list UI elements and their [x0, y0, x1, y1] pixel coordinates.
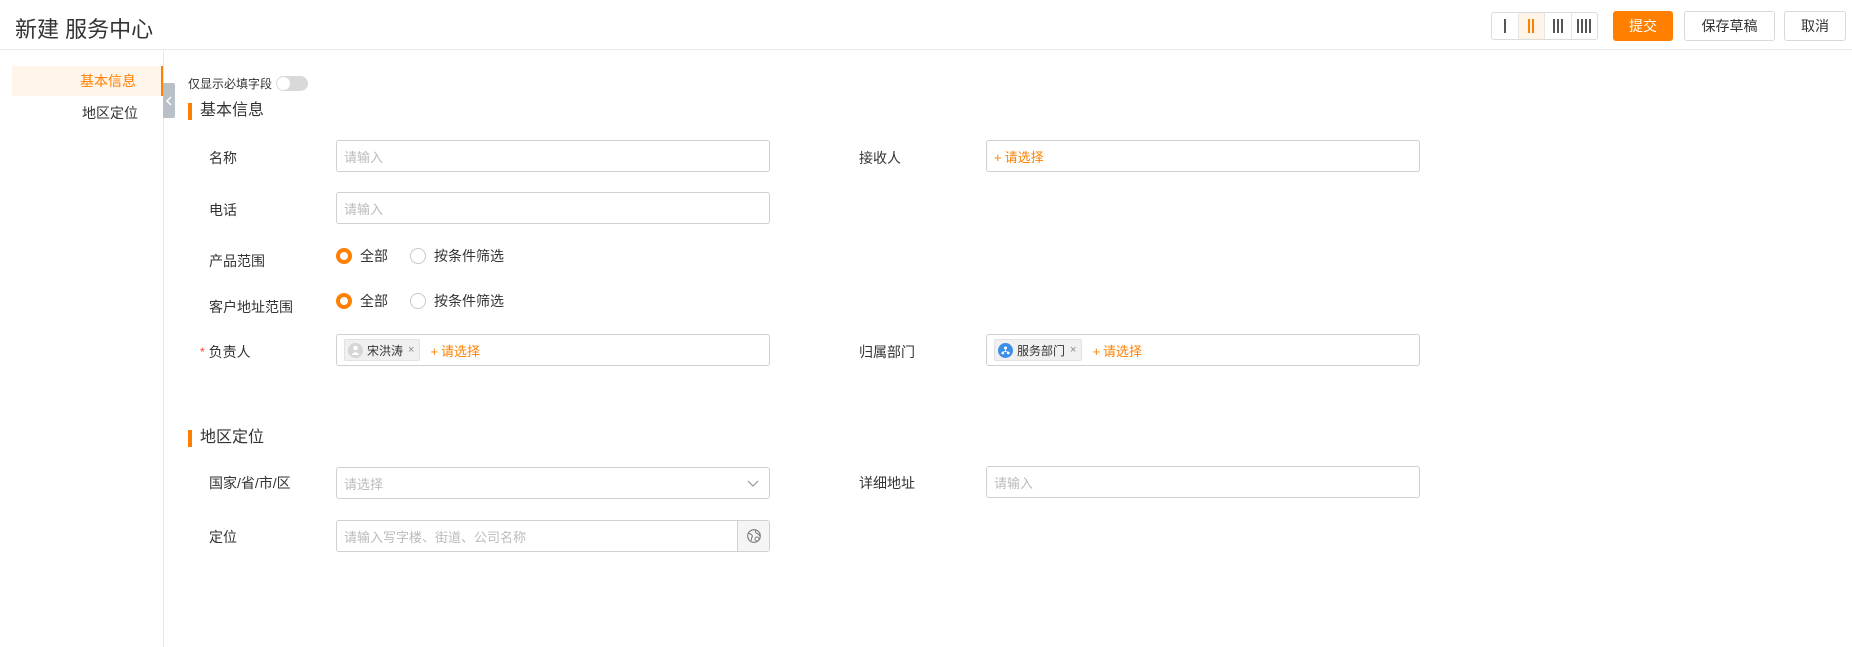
department-field-label: 归属部门 [859, 344, 915, 360]
page-title: 新建 服务中心 [15, 17, 154, 42]
layout-column-switch [1491, 12, 1598, 40]
radio-checked-icon [336, 248, 352, 264]
location-input-placeholder: 请输入写字楼、街道、公司名称 [344, 529, 527, 545]
address-input-placeholder: 请输入 [994, 475, 1034, 491]
user-avatar-icon [348, 342, 363, 358]
customer-scope-label: 客户地址范围 [209, 299, 293, 315]
submit-button[interactable]: 提交 [1613, 11, 1673, 41]
chevron-left-icon [166, 96, 172, 105]
department-tag: 服务部门 × [994, 339, 1083, 361]
owner-tag: 宋洪涛 × [344, 339, 421, 361]
layout-4-column-option[interactable] [1572, 13, 1598, 39]
chevron-down-icon [747, 480, 759, 487]
section-nav-sidebar: 基本信息 地区定位 [0, 51, 164, 647]
required-only-label: 仅显示必填字段 [188, 77, 273, 91]
address-input[interactable]: 请输入 [986, 466, 1420, 498]
owner-picker-field[interactable]: 宋洪涛 × + 请选择 [336, 334, 770, 366]
department-icon [998, 342, 1013, 358]
product-scope-label: 产品范围 [209, 253, 265, 269]
location-field-label: 定位 [209, 529, 237, 545]
required-only-switch[interactable] [276, 76, 309, 91]
product-scope-radio-group: 全部 按条件筛选 [336, 246, 526, 266]
save-draft-button[interactable]: 保存草稿 [1684, 11, 1775, 41]
address-field-label: 详细地址 [859, 475, 915, 491]
name-input-placeholder: 请输入 [344, 149, 384, 165]
sidebar-item-location[interactable]: 地区定位 [12, 98, 163, 128]
phone-input[interactable]: 请输入 [336, 192, 770, 224]
radio-unchecked-icon [410, 248, 426, 264]
department-select-link[interactable]: + 请选择 [1092, 341, 1142, 360]
globe-location-icon [746, 529, 761, 543]
page-header: 新建 服务中心 提交 保存草稿 取消 [0, 0, 1852, 50]
sidebar-item-basic-info[interactable]: 基本信息 [12, 66, 163, 96]
receiver-select-link[interactable]: + 请选择 [994, 147, 1044, 166]
cancel-button[interactable]: 取消 [1784, 11, 1846, 41]
receiver-picker-field[interactable]: + 请选择 [986, 140, 1420, 172]
layout-3-column-option[interactable] [1545, 13, 1572, 39]
product-scope-option-all[interactable]: 全部 [336, 246, 388, 266]
customer-scope-option-filter[interactable]: 按条件筛选 [410, 291, 504, 311]
required-asterisk: * [200, 345, 205, 359]
region-field-label: 国家/省/市/区 [209, 475, 291, 491]
region-select-placeholder: 请选择 [344, 476, 384, 492]
section-title-basic-info: 基本信息 [188, 101, 264, 121]
phone-input-placeholder: 请输入 [344, 201, 384, 217]
radio-unchecked-icon [410, 293, 426, 309]
department-tag-remove-icon[interactable]: × [1070, 344, 1076, 356]
owner-field-label: * 负责人 [200, 344, 251, 360]
owner-tag-remove-icon[interactable]: × [408, 344, 414, 356]
location-search-input[interactable]: 请输入写字楼、街道、公司名称 [336, 520, 770, 552]
name-input[interactable]: 请输入 [336, 140, 770, 172]
radio-checked-icon [336, 293, 352, 309]
required-only-toggle-row: 仅显示必填字段 [188, 75, 309, 92]
name-field-label: 名称 [209, 150, 237, 166]
layout-1-column-option[interactable] [1492, 13, 1519, 39]
product-scope-option-filter[interactable]: 按条件筛选 [410, 246, 504, 266]
customer-scope-radio-group: 全部 按条件筛选 [336, 291, 526, 311]
customer-scope-option-all[interactable]: 全部 [336, 291, 388, 311]
sidebar-collapse-button[interactable] [163, 83, 175, 118]
owner-select-link[interactable]: + 请选择 [430, 341, 480, 360]
locate-button[interactable] [737, 521, 769, 551]
department-picker-field[interactable]: 服务部门 × + 请选择 [986, 334, 1420, 366]
phone-field-label: 电话 [209, 202, 237, 218]
receiver-field-label: 接收人 [859, 150, 901, 166]
layout-2-column-option[interactable] [1518, 13, 1545, 39]
region-select[interactable]: 请选择 [336, 467, 770, 499]
section-title-location: 地区定位 [188, 428, 264, 448]
